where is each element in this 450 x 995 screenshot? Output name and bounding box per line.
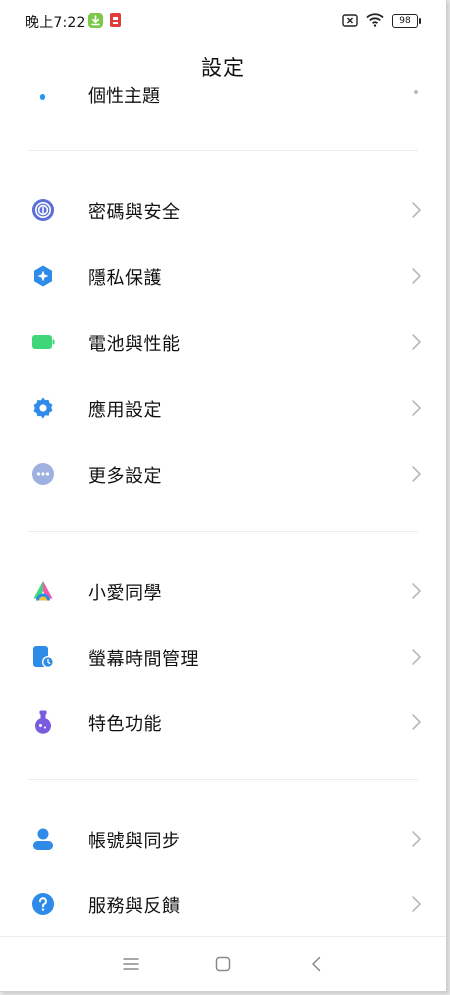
settings-item-label: 帳號與同步 (88, 831, 181, 852)
chevron-right-icon (410, 333, 422, 351)
theme-icon (40, 94, 45, 100)
settings-item-account-sync[interactable]: 帳號與同步 (0, 808, 446, 870)
battery-indicator: 98 (392, 14, 421, 28)
download-notification-icon (88, 13, 103, 28)
settings-item-battery-performance[interactable]: 電池與性能 (0, 311, 446, 373)
chevron-right-icon (410, 830, 422, 848)
settings-screen: 晚上7:22 98 設定 個性主題 密碼與安全 隱私保護 電池與性能 應用設定 … (0, 0, 447, 992)
screen-time-icon (31, 645, 55, 669)
xiaoai-icon (31, 579, 55, 603)
chevron-right-icon (414, 90, 418, 94)
status-time: 晚上7:22 (25, 15, 86, 31)
chevron-right-icon (410, 465, 422, 483)
settings-item-more-settings[interactable]: 更多設定 (0, 443, 446, 505)
status-bar: 晚上7:22 98 (0, 0, 446, 40)
fingerprint-icon (31, 198, 55, 222)
settings-item-partial[interactable]: 個性主題 (0, 84, 446, 104)
flask-icon (31, 710, 55, 734)
chevron-right-icon (410, 713, 422, 731)
settings-item-screen-time[interactable]: 螢幕時間管理 (0, 626, 446, 688)
sim-off-icon (342, 12, 358, 31)
settings-item-label: 電池與性能 (88, 334, 181, 355)
menu-icon[interactable] (121, 954, 141, 974)
privacy-shield-icon (31, 264, 55, 288)
chevron-right-icon (410, 895, 422, 913)
status-icons: 98 (342, 12, 421, 31)
settings-item-label: 更多設定 (88, 466, 162, 487)
settings-item-label: 個性主題 (88, 86, 160, 104)
settings-item-label: 應用設定 (88, 400, 162, 421)
divider (28, 531, 418, 532)
chevron-right-icon (410, 582, 422, 600)
settings-item-app-settings[interactable]: 應用設定 (0, 377, 446, 439)
settings-item-label: 小愛同學 (88, 583, 162, 604)
account-icon (31, 827, 55, 851)
settings-item-label: 特色功能 (88, 714, 162, 735)
chevron-right-icon (410, 267, 422, 285)
back-icon[interactable] (307, 954, 327, 974)
settings-item-privacy[interactable]: 隱私保護 (0, 245, 446, 307)
settings-item-special-features[interactable]: 特色功能 (0, 691, 446, 753)
wifi-icon (366, 12, 384, 31)
divider (28, 779, 418, 780)
chevron-right-icon (410, 399, 422, 417)
help-icon (31, 892, 55, 916)
settings-item-label: 隱私保護 (88, 268, 162, 289)
app-notification-icon (110, 13, 121, 27)
settings-item-label: 密碼與安全 (88, 202, 181, 223)
more-dots-icon (31, 462, 55, 486)
settings-item-service-feedback[interactable]: 服務與反饋 (0, 873, 446, 935)
settings-item-label: 螢幕時間管理 (88, 649, 199, 670)
chevron-right-icon (410, 648, 422, 666)
battery-icon (31, 330, 55, 354)
divider (28, 150, 418, 151)
gear-icon (31, 396, 55, 420)
chevron-right-icon (410, 201, 422, 219)
settings-item-label: 服務與反饋 (88, 896, 181, 917)
home-icon[interactable] (213, 954, 233, 974)
navigation-bar (0, 936, 446, 991)
page-title: 設定 (201, 56, 245, 80)
settings-item-password-security[interactable]: 密碼與安全 (0, 179, 446, 241)
settings-item-xiaoai[interactable]: 小愛同學 (0, 560, 446, 622)
